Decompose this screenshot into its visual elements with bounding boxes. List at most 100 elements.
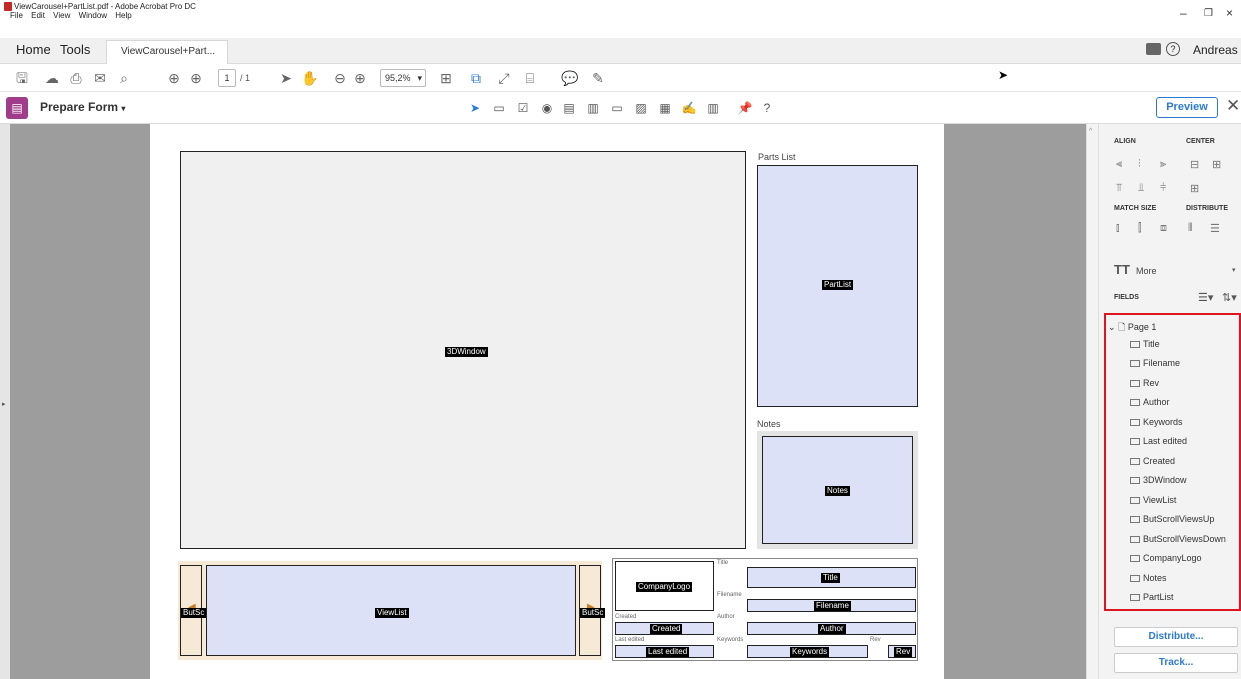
match-both-icon[interactable]: ⧈ bbox=[1160, 222, 1167, 235]
next-page-icon[interactable]: ⊕ bbox=[186, 68, 206, 88]
fit-width-icon[interactable]: ⧉ bbox=[466, 68, 486, 88]
button-tool-icon[interactable]: ▭ bbox=[608, 99, 626, 117]
email-icon[interactable]: ✉ bbox=[90, 68, 110, 88]
user-name[interactable]: Andreas bbox=[1193, 38, 1238, 64]
tree-item[interactable]: Filename bbox=[1130, 358, 1180, 368]
cloud-upload-icon[interactable]: ☁ bbox=[42, 68, 62, 88]
field-viewlist[interactable]: ViewList bbox=[206, 565, 576, 656]
chevron-down-icon[interactable]: ▾ bbox=[1232, 266, 1236, 274]
close-prepare-form-icon[interactable]: ✕ bbox=[1226, 96, 1240, 116]
tree-page-node[interactable]: ⌄ 🗋 Page 1 bbox=[1108, 320, 1156, 336]
field-last-edited[interactable]: Last edited bbox=[615, 645, 714, 658]
tree-item[interactable]: CompanyLogo bbox=[1130, 553, 1202, 563]
sort-icon[interactable]: ☰▾ bbox=[1198, 291, 1213, 304]
vertical-scrollbar[interactable]: ^ bbox=[1086, 124, 1098, 679]
tree-item[interactable]: Keywords bbox=[1130, 417, 1183, 427]
search-icon[interactable]: ⌕ bbox=[114, 68, 134, 88]
select-object-icon[interactable]: ➤ bbox=[466, 99, 484, 117]
full-screen-icon[interactable]: ⤢ bbox=[494, 68, 514, 88]
tree-item[interactable]: ButScrollViewsUp bbox=[1130, 514, 1214, 524]
list-box-tool-icon[interactable]: ▤ bbox=[560, 99, 578, 117]
restore-button[interactable]: ❐ bbox=[1204, 8, 1213, 19]
checkbox-tool-icon[interactable]: ☑ bbox=[514, 99, 532, 117]
align-top-icon[interactable]: ⫪ bbox=[1116, 182, 1122, 195]
more-label[interactable]: More bbox=[1136, 266, 1157, 276]
page-display-icon[interactable]: ⌸ bbox=[520, 68, 540, 88]
align-right-icon[interactable]: ⫸ bbox=[1160, 158, 1166, 171]
tree-item[interactable]: ButScrollViewsDown bbox=[1130, 534, 1226, 544]
center-horizontal-icon[interactable]: ⊟ bbox=[1190, 158, 1199, 171]
previous-page-icon[interactable]: ⊕ bbox=[164, 68, 184, 88]
field-title[interactable]: Title bbox=[747, 567, 916, 588]
distribute-button[interactable]: Distribute... bbox=[1114, 627, 1238, 647]
prepare-form-title[interactable]: Prepare Form ▾ bbox=[40, 100, 125, 114]
zoom-out-icon[interactable]: ⊖ bbox=[330, 68, 350, 88]
field-notes[interactable]: Notes bbox=[762, 436, 913, 544]
text-field-tool-icon[interactable]: ▭ bbox=[490, 99, 508, 117]
comment-tool-icon[interactable]: 💬 bbox=[560, 68, 580, 88]
menu-view[interactable]: View bbox=[53, 11, 70, 20]
tab-home[interactable]: Home bbox=[16, 38, 51, 64]
match-width-icon[interactable]: ⫿ bbox=[1138, 222, 1142, 235]
more-tools-icon[interactable]: TT bbox=[1114, 262, 1130, 277]
tab-order-icon[interactable]: ⇅▾ bbox=[1222, 291, 1237, 304]
align-left-icon[interactable]: ⫷ bbox=[1116, 158, 1122, 171]
image-field-tool-icon[interactable]: ▨ bbox=[632, 99, 650, 117]
comment-icon[interactable] bbox=[1146, 43, 1161, 55]
center-vertical-icon[interactable]: ⊞ bbox=[1212, 158, 1221, 171]
save-icon[interactable]: 🖫 bbox=[12, 68, 32, 88]
field-partlist[interactable]: PartList bbox=[757, 165, 918, 407]
center-both-icon[interactable]: ⊞ bbox=[1190, 182, 1199, 195]
menu-file[interactable]: File bbox=[10, 11, 23, 20]
left-panel-toggle[interactable]: ▸ bbox=[0, 124, 10, 679]
minimize-button[interactable]: – bbox=[1180, 6, 1187, 20]
menu-window[interactable]: Window bbox=[79, 11, 107, 20]
tree-item[interactable]: Title bbox=[1130, 339, 1160, 349]
tree-item[interactable]: PartList bbox=[1130, 592, 1174, 602]
field-3dwindow[interactable]: 3DWindow bbox=[180, 151, 746, 549]
tree-item[interactable]: Notes bbox=[1130, 573, 1167, 583]
match-height-icon[interactable]: ⫾ bbox=[1116, 222, 1120, 235]
distribute-vertical-icon[interactable]: ☰ bbox=[1210, 222, 1220, 235]
field-companylogo[interactable]: CompanyLogo bbox=[615, 561, 714, 611]
track-button[interactable]: Track... bbox=[1114, 653, 1238, 673]
field-keywords[interactable]: Keywords bbox=[747, 645, 868, 658]
align-bottom-icon[interactable]: ⫩ bbox=[1160, 182, 1166, 195]
tab-document[interactable]: ViewCarousel+Part... × bbox=[106, 40, 228, 79]
field-author[interactable]: Author bbox=[747, 622, 916, 635]
tree-item[interactable]: 3DWindow bbox=[1130, 475, 1187, 485]
highlight-pen-icon[interactable]: ✎ bbox=[588, 68, 608, 88]
field-created[interactable]: Created bbox=[615, 622, 714, 635]
tree-item[interactable]: Last edited bbox=[1130, 436, 1187, 446]
dropdown-tool-icon[interactable]: ▥ bbox=[584, 99, 602, 117]
align-center-h-icon[interactable]: ⫶ bbox=[1138, 158, 1141, 171]
scroll-up-icon[interactable]: ^ bbox=[1089, 128, 1092, 135]
barcode-tool-icon[interactable]: ▥ bbox=[704, 99, 722, 117]
tree-item[interactable]: ViewList bbox=[1130, 495, 1176, 505]
print-icon[interactable]: ⎙ bbox=[66, 68, 86, 88]
signature-tool-icon[interactable]: ✍ bbox=[680, 99, 698, 117]
tree-item[interactable]: Created bbox=[1130, 456, 1175, 466]
preview-button[interactable]: Preview bbox=[1156, 97, 1218, 118]
menu-edit[interactable]: Edit bbox=[31, 11, 45, 20]
tree-item[interactable]: Rev bbox=[1130, 378, 1159, 388]
close-window-button[interactable]: × bbox=[1226, 6, 1233, 20]
zoom-select[interactable]: 95,2% ▾ bbox=[380, 69, 426, 87]
tab-tools[interactable]: Tools bbox=[60, 38, 90, 64]
distribute-horizontal-icon[interactable]: ⫴ bbox=[1188, 222, 1193, 235]
page-number-input[interactable]: 1 bbox=[218, 69, 236, 87]
chevron-down-icon[interactable]: ⌄ bbox=[1108, 322, 1116, 332]
help-icon[interactable]: ? bbox=[1166, 42, 1180, 56]
menu-help[interactable]: Help bbox=[115, 11, 131, 20]
hand-tool-icon[interactable]: ✋ bbox=[300, 68, 320, 88]
tree-item[interactable]: Author bbox=[1130, 397, 1170, 407]
pin-icon[interactable]: 📌 bbox=[736, 99, 754, 117]
field-rev[interactable]: Rev bbox=[888, 645, 916, 658]
zoom-in-icon[interactable]: ⊕ bbox=[350, 68, 370, 88]
select-tool-icon[interactable]: ➤ bbox=[276, 68, 296, 88]
radio-button-tool-icon[interactable]: ◉ bbox=[538, 99, 556, 117]
help-circle-icon[interactable]: ? bbox=[758, 99, 776, 117]
fit-page-icon[interactable]: ⊞ bbox=[436, 68, 456, 88]
align-middle-icon[interactable]: ⫫ bbox=[1138, 182, 1144, 195]
field-butscrollviewsdown[interactable]: ▶ ButSc bbox=[579, 565, 606, 656]
